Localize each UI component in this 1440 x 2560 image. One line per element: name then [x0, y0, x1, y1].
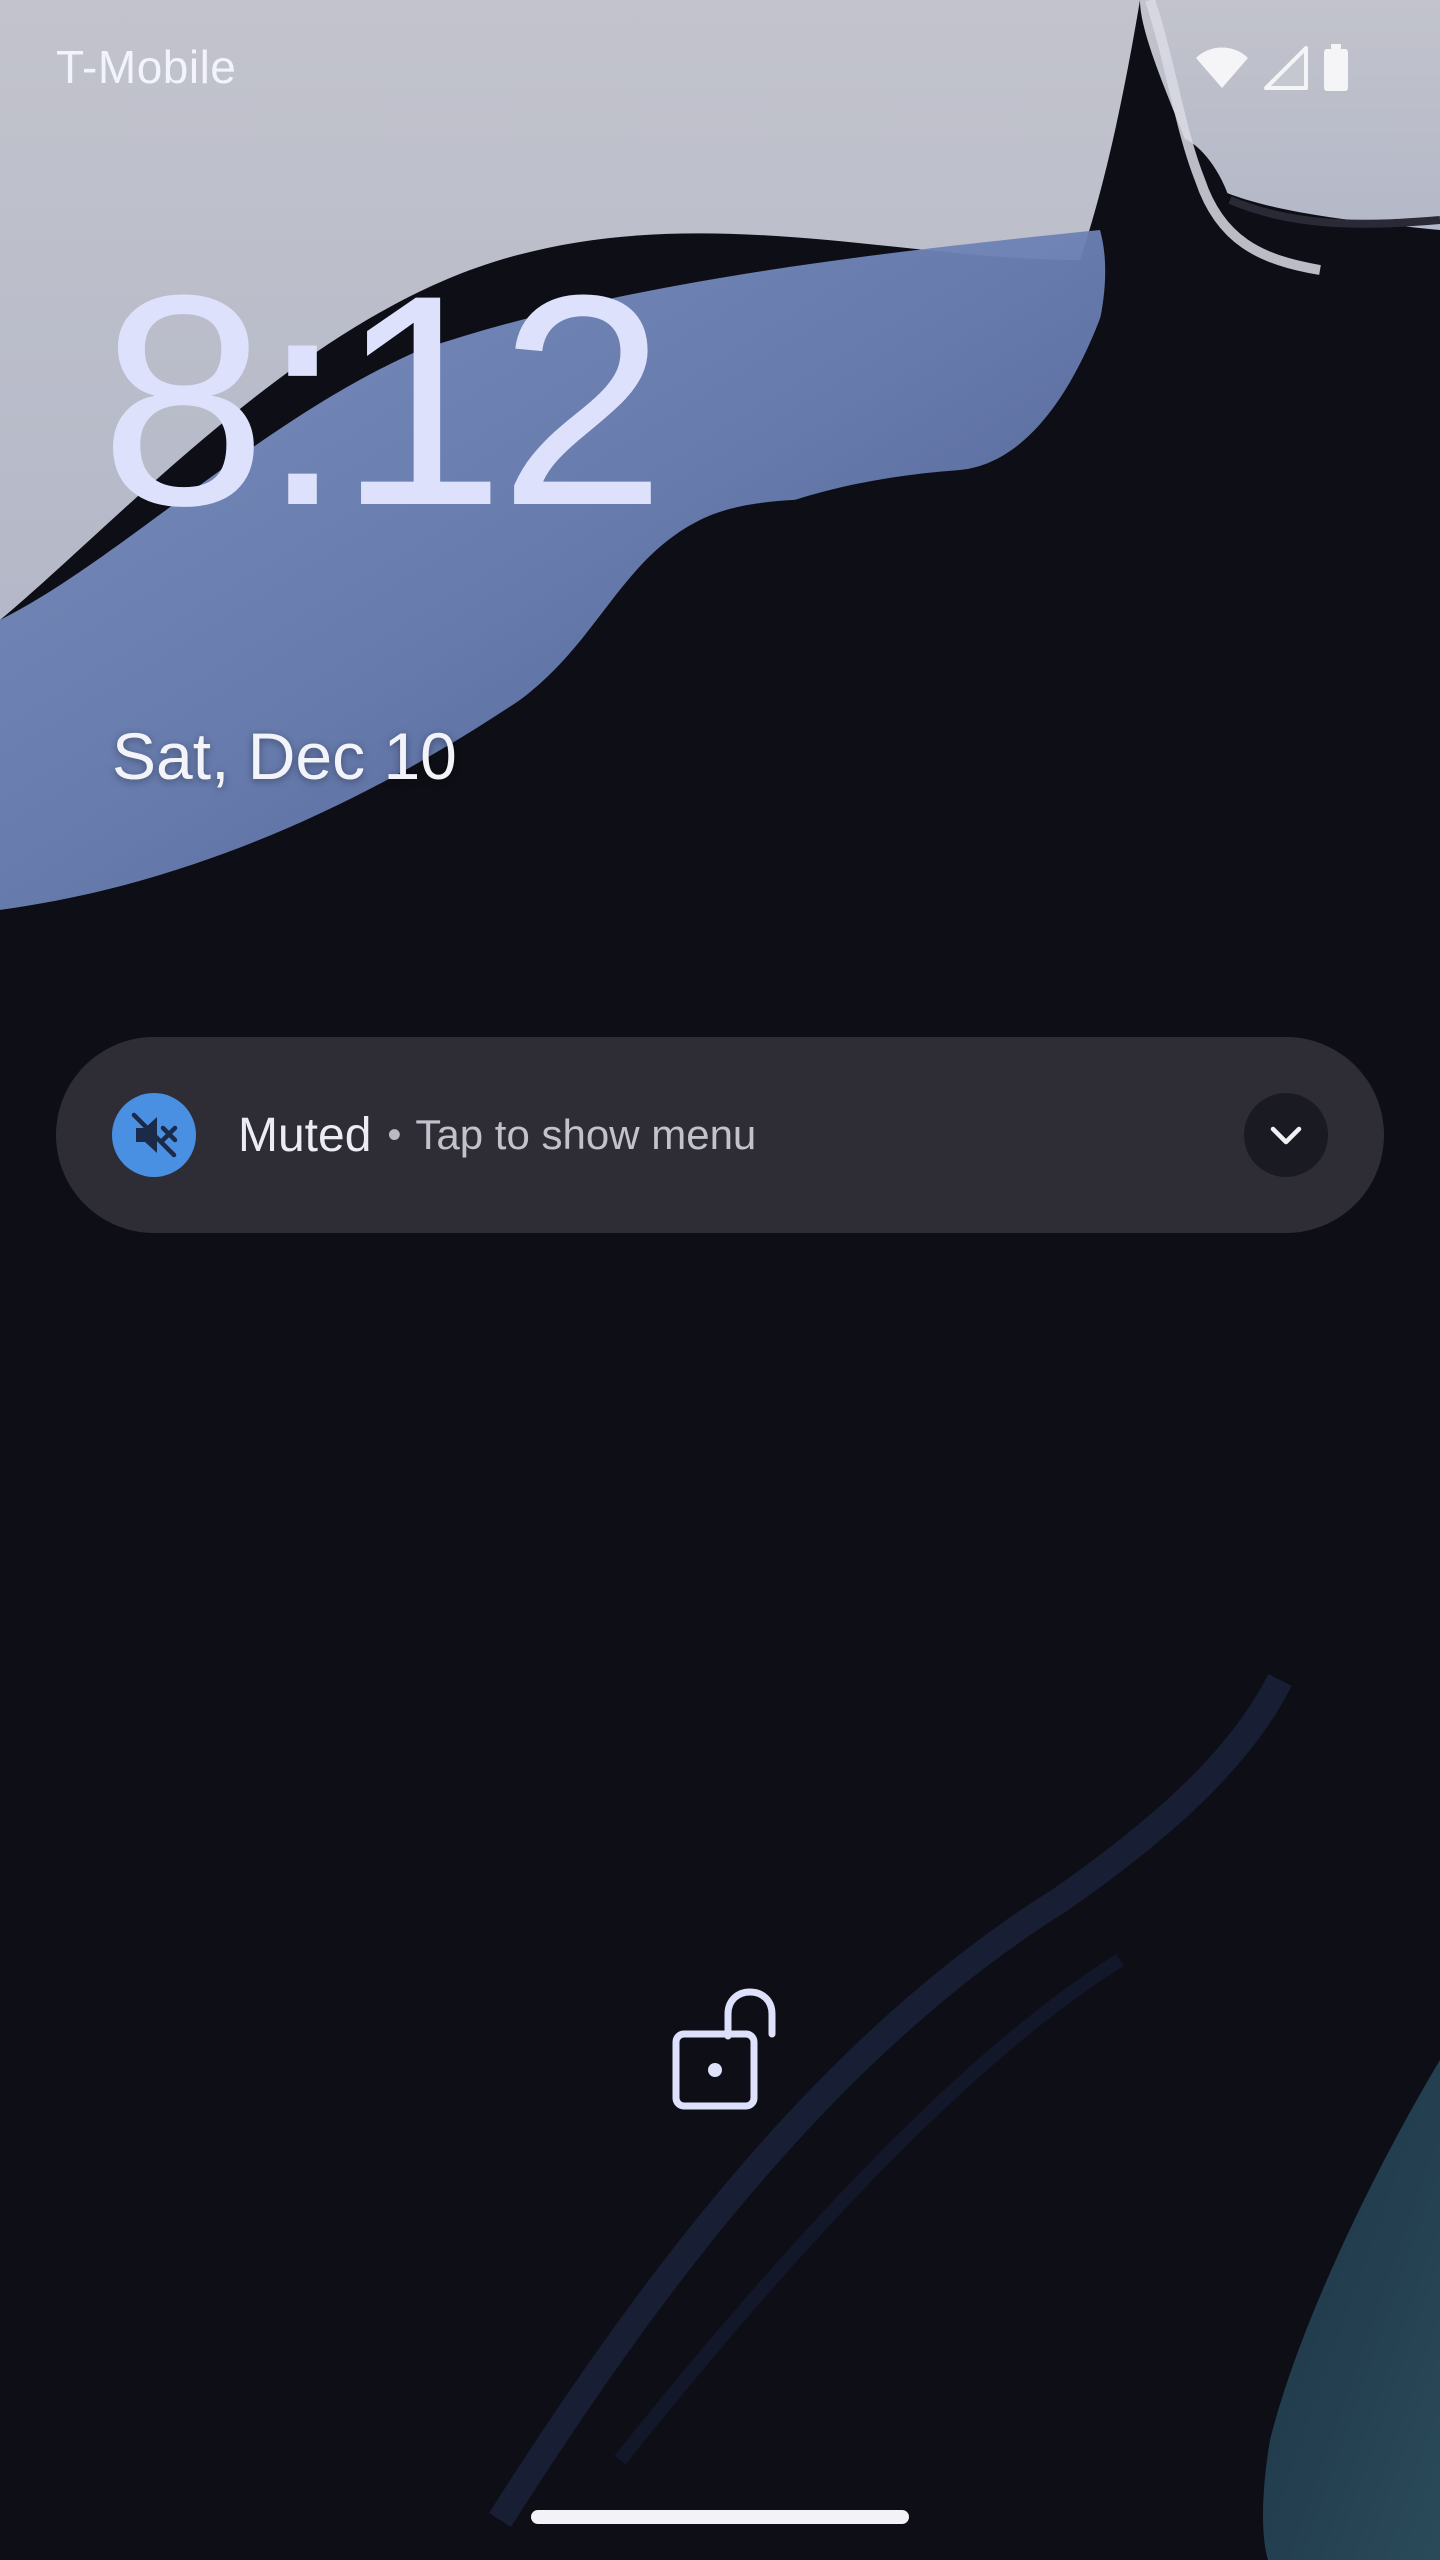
- expand-button[interactable]: [1244, 1093, 1328, 1177]
- volume-off-icon: [112, 1093, 196, 1177]
- notification-title: Muted: [238, 1108, 372, 1162]
- status-icons: [1194, 44, 1350, 92]
- status-bar: T-Mobile: [0, 0, 1440, 140]
- cell-signal-icon: [1264, 46, 1308, 90]
- lockscreen-clock: 8:12: [100, 232, 666, 568]
- carrier-name: T-Mobile: [56, 41, 237, 93]
- lockscreen-date[interactable]: Sat, Dec 10: [112, 718, 457, 794]
- wifi-icon: [1196, 47, 1248, 88]
- lock-screen: T-Mobile 8:12 Sat, Dec 10 Muted • Tap to…: [0, 0, 1440, 2560]
- notification-subtitle: Tap to show menu: [415, 1111, 757, 1158]
- battery-icon: [1324, 44, 1348, 91]
- notification-separator: •: [387, 1112, 402, 1157]
- notification-text: Muted • Tap to show menu: [238, 1037, 756, 1233]
- chevron-down-icon: [1270, 1126, 1302, 1145]
- muted-notification[interactable]: Muted • Tap to show menu: [56, 1037, 1384, 1233]
- unlock-icon[interactable]: [668, 1986, 788, 2112]
- home-indicator[interactable]: [531, 2510, 909, 2524]
